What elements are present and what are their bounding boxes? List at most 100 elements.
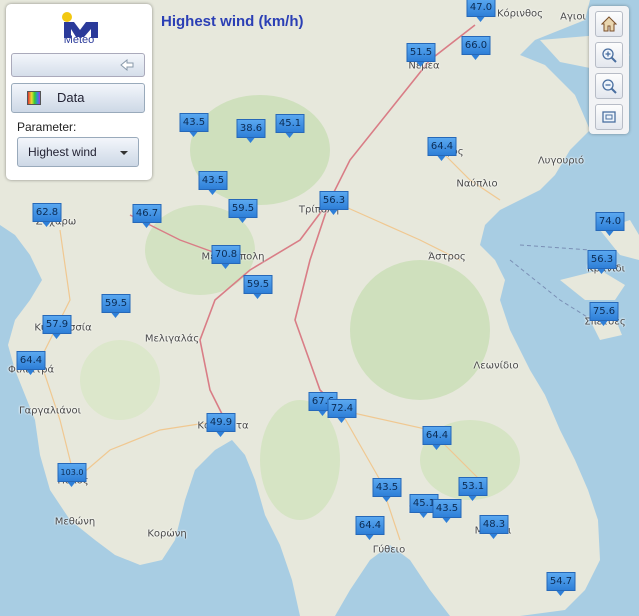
marker-pointer	[437, 156, 446, 161]
parameter-select-value: Highest wind	[28, 145, 97, 159]
station-marker[interactable]: 64.4	[355, 516, 385, 540]
parameter-select[interactable]: Highest wind	[17, 137, 139, 167]
marker-pointer	[246, 138, 255, 143]
station-value: 59.5	[101, 294, 131, 313]
marker-pointer	[476, 17, 485, 22]
home-icon	[601, 16, 617, 32]
place-label: Λεωνίδιο	[473, 360, 519, 372]
chevron-down-icon	[120, 151, 128, 155]
home-button[interactable]	[595, 11, 623, 37]
station-marker[interactable]: 49.9	[206, 413, 236, 437]
station-value: 70.8	[211, 245, 241, 264]
marker-pointer	[26, 370, 35, 375]
station-marker[interactable]: 38.6	[236, 119, 266, 143]
station-value: 47.0	[466, 0, 496, 17]
station-marker[interactable]: 64.4	[422, 426, 452, 450]
station-value: 38.6	[236, 119, 266, 138]
marker-pointer	[238, 218, 247, 223]
marker-pointer	[419, 513, 428, 518]
station-marker[interactable]: 72.4	[327, 399, 357, 423]
station-marker[interactable]: 103.0	[57, 463, 87, 487]
station-marker[interactable]: 43.5	[179, 113, 209, 137]
station-marker[interactable]: 43.5	[198, 171, 228, 195]
station-value: 62.8	[32, 203, 62, 222]
collapse-panel-button[interactable]	[11, 53, 145, 77]
station-marker[interactable]: 57.9	[42, 315, 72, 339]
station-value: 64.4	[355, 516, 385, 535]
station-marker[interactable]: 54.7	[546, 572, 576, 596]
place-label: Γύθειο	[372, 544, 406, 556]
place-label: Κορώνη	[147, 528, 187, 540]
marker-pointer	[432, 445, 441, 450]
marker-pointer	[442, 518, 451, 523]
station-value: 51.5	[406, 43, 436, 62]
marker-pointer	[605, 231, 614, 236]
station-value: 46.7	[132, 204, 162, 223]
station-value: 43.5	[179, 113, 209, 132]
station-value: 56.3	[319, 191, 349, 210]
station-marker[interactable]: 47.0	[466, 0, 496, 22]
station-value: 59.5	[243, 275, 273, 294]
station-marker[interactable]: 59.5	[243, 275, 273, 299]
station-marker[interactable]: 59.5	[101, 294, 131, 318]
station-marker[interactable]: 43.5	[432, 499, 462, 523]
station-value: 64.4	[427, 137, 457, 156]
marker-pointer	[489, 534, 498, 539]
station-marker[interactable]: 59.5	[228, 199, 258, 223]
color-scale-icon	[27, 91, 41, 105]
place-label: Λυγουριό	[537, 155, 585, 167]
station-marker[interactable]: 62.8	[32, 203, 62, 227]
marker-pointer	[337, 418, 346, 423]
data-button[interactable]: Data	[11, 83, 145, 113]
marker-pointer	[416, 62, 425, 67]
station-marker[interactable]: 75.6	[589, 302, 619, 326]
map-view[interactable]: ΚόρινθοςΑγιοιΝεμέαΆργοςΛυγουριόΝαύπλιοΤρ…	[0, 0, 639, 616]
place-label: Αγιοι	[560, 11, 586, 23]
station-marker[interactable]: 66.0	[461, 36, 491, 60]
station-marker[interactable]: 70.8	[211, 245, 241, 269]
station-value: 53.1	[458, 477, 488, 496]
station-marker[interactable]: 53.1	[458, 477, 488, 501]
station-marker[interactable]: 56.3	[319, 191, 349, 215]
station-value: 72.4	[327, 399, 357, 418]
station-marker[interactable]: 74.0	[595, 212, 625, 236]
marker-pointer	[285, 133, 294, 138]
station-value: 54.7	[546, 572, 576, 591]
station-marker[interactable]: 64.4	[16, 351, 46, 375]
map-toolbar	[589, 6, 629, 134]
data-button-label: Data	[57, 90, 85, 105]
station-marker[interactable]: 51.5	[406, 43, 436, 67]
marker-pointer	[189, 132, 198, 137]
station-value: 43.5	[198, 171, 228, 190]
station-value: 48.3	[479, 515, 509, 534]
place-label: Μεθώνη	[54, 516, 96, 528]
zoom-out-button[interactable]	[595, 73, 623, 99]
station-value: 74.0	[595, 212, 625, 231]
place-label: Γαργαλιάνοι	[18, 405, 82, 417]
station-value: 66.0	[461, 36, 491, 55]
station-marker[interactable]: 46.7	[132, 204, 162, 228]
marker-pointer	[329, 210, 338, 215]
station-value: 57.9	[42, 315, 72, 334]
station-marker[interactable]: 43.5	[372, 478, 402, 502]
station-value: 103.0	[57, 463, 87, 482]
zoom-extent-button[interactable]	[595, 104, 623, 130]
station-marker[interactable]: 48.3	[479, 515, 509, 539]
station-marker[interactable]: 64.4	[427, 137, 457, 161]
map-title: Highest wind (km/h)	[161, 13, 304, 30]
zoom-in-button[interactable]	[595, 42, 623, 68]
station-marker[interactable]: 45.1	[275, 114, 305, 138]
marker-pointer	[597, 269, 606, 274]
station-value: 43.5	[432, 499, 462, 518]
station-value: 45.1	[275, 114, 305, 133]
logo-text: Meteo	[63, 34, 95, 46]
marker-pointer	[111, 313, 120, 318]
zoom-in-icon	[602, 48, 617, 63]
marker-pointer	[468, 496, 477, 501]
full-extent-icon	[602, 111, 616, 123]
station-marker[interactable]: 56.3	[587, 250, 617, 274]
place-label: Κόρινθος	[496, 8, 544, 20]
marker-pointer	[142, 223, 151, 228]
marker-pointer	[52, 334, 61, 339]
marker-pointer	[365, 535, 374, 540]
